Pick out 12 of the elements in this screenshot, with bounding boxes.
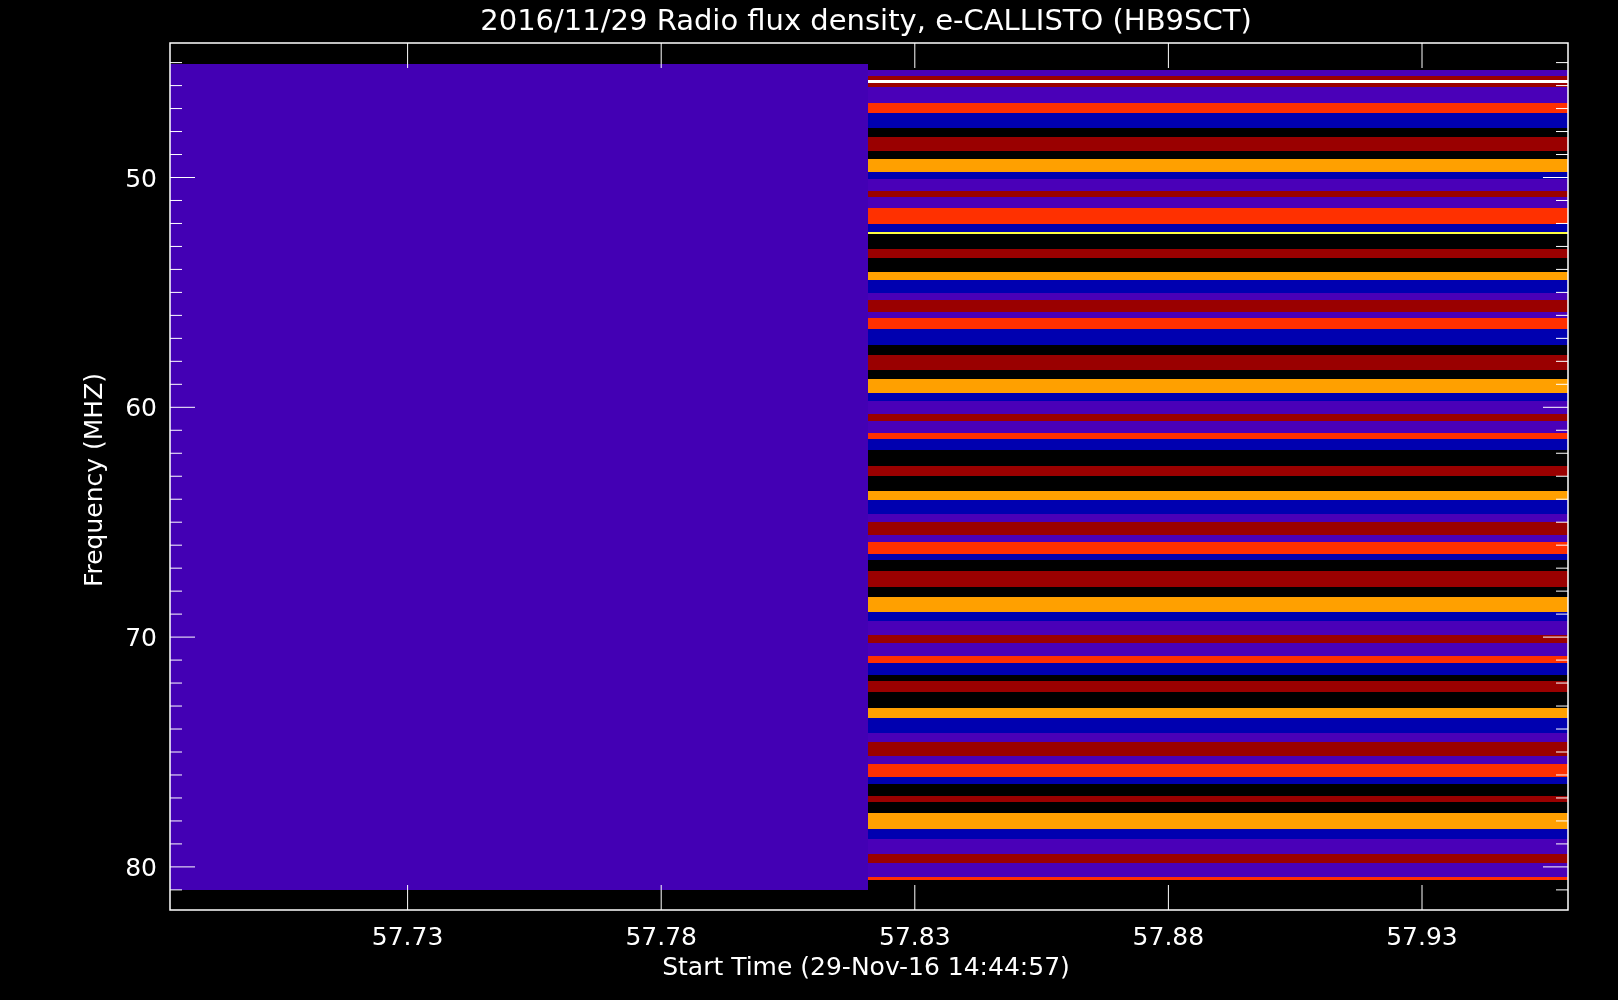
x-tick-label: 57.73 <box>371 922 444 951</box>
x-tick-label: 57.78 <box>625 922 697 951</box>
x-tick-label: 57.83 <box>879 922 951 951</box>
x-axis-label: Start Time (29-Nov-16 14:44:57) <box>662 952 1070 981</box>
y-tick-label: 60 <box>125 393 157 423</box>
y-tick-label: 50 <box>125 163 157 193</box>
y-tick-label: 80 <box>125 852 157 882</box>
x-tick-label: 57.88 <box>1132 922 1205 951</box>
x-tick-label: 57.93 <box>1386 922 1458 951</box>
y-axis-label: Frequency (MHZ) <box>79 372 108 588</box>
chart-title: 2016/11/29 Radio flux density, e-CALLISTO (HB9SCT) <box>480 3 1252 37</box>
y-tick-label: 70 <box>125 623 157 653</box>
